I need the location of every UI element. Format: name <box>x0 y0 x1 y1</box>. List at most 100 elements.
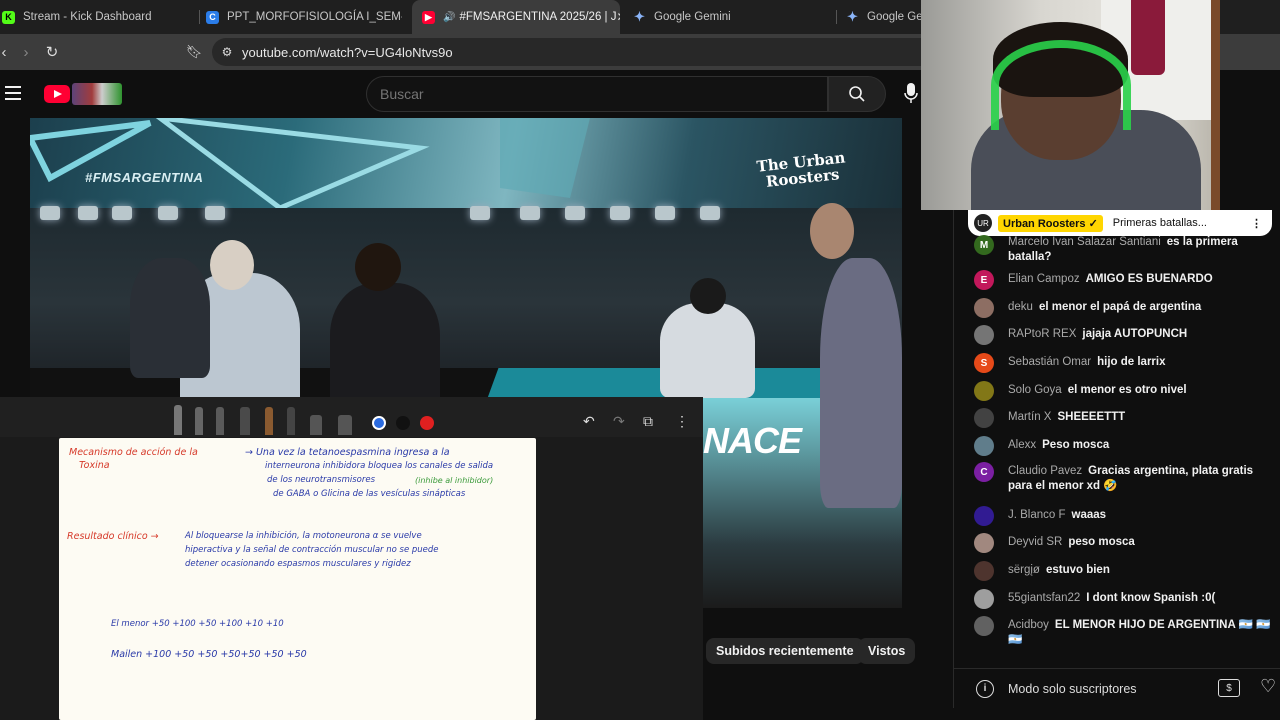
chat-text: I dont know Spanish :0( <box>1086 592 1216 604</box>
tab-kick-dashboard[interactable]: K Stream - Kick Dashboard <box>0 0 196 34</box>
chip-recently-uploaded[interactable]: Subidos recientemente <box>706 638 864 664</box>
chat-message[interactable]: S Sebastián Omar hijo de larrix <box>974 353 1274 373</box>
chat-author: Acidboy <box>1008 619 1049 631</box>
tab-title: Stream - Kick Dashboard <box>23 11 152 23</box>
color-red-swatch[interactable] <box>420 416 434 430</box>
chat-message[interactable]: Alexx Peso mosca <box>974 436 1274 456</box>
screen: K Stream - Kick Dashboard C PPT_MORFOFIS… <box>0 0 1280 720</box>
close-tab-icon[interactable]: ✕ <box>616 10 620 24</box>
menu-icon[interactable] <box>5 86 21 100</box>
chat-text: hijo de larrix <box>1097 356 1166 368</box>
avatar <box>974 298 994 318</box>
pinned-text: Primeras batallas... <box>1112 217 1207 229</box>
brush-tool-icon[interactable] <box>265 407 273 435</box>
note-line: de los neurotransmisores <box>267 475 375 485</box>
highlighter-tool-icon[interactable] <box>287 407 295 435</box>
site-info-icon[interactable]: ⚙︎ <box>212 45 242 59</box>
chat-footer: i Modo solo suscriptores $ ♡ <box>954 668 1280 708</box>
live-chat-panel: UR Urban Roosters ✓ Primeras batallas...… <box>953 210 1280 708</box>
search-input[interactable] <box>367 77 827 111</box>
note-line: detener ocasionando espasmos musculares … <box>185 559 411 569</box>
avatar <box>974 436 994 456</box>
chat-text: Peso mosca <box>1042 439 1110 451</box>
search-box[interactable] <box>366 76 828 112</box>
avatar <box>974 381 994 401</box>
note-heading-result: Resultado clínico → <box>67 531 159 542</box>
pencil-tool-icon[interactable] <box>174 405 182 435</box>
chat-message[interactable]: Martín X SHEEEETTT <box>974 408 1274 428</box>
note-line: de GABA o Glicina de las vesículas sináp… <box>273 489 466 499</box>
youtube-icon: ▶ <box>422 10 435 24</box>
chat-text: estuvo bien <box>1045 564 1110 576</box>
avatar: E <box>974 270 994 290</box>
chat-message[interactable]: Acidboy EL MENOR HIJO DE ARGENTINA 🇦🇷 🇦🇷 … <box>974 616 1274 648</box>
chat-message[interactable]: sërgįø estuvo bien <box>974 561 1274 581</box>
forward-icon[interactable]: › <box>16 42 36 62</box>
pinned-message[interactable]: UR Urban Roosters ✓ Primeras batallas...… <box>968 210 1272 236</box>
chat-text: el menor el papá de argentina <box>1038 301 1202 313</box>
performer-4-head <box>810 203 854 259</box>
more-options-icon[interactable]: ⋮ <box>1251 217 1262 230</box>
back-icon[interactable]: ‹ <box>0 42 14 62</box>
chat-message[interactable]: 55giantsfan22 I dont know Spanish :0( <box>974 589 1274 609</box>
chat-author: 55giantsfan22 <box>1008 592 1081 604</box>
performer-1-head <box>210 240 254 290</box>
performer-3 <box>660 303 755 398</box>
super-chat-icon[interactable]: $ <box>1218 679 1240 697</box>
note-line: hiperactiva y la señal de contracción mu… <box>185 545 439 555</box>
lasso-tool-icon[interactable] <box>338 415 352 435</box>
address-bar[interactable]: ⚙︎ youtube.com/watch?v=UG4loNtvs9o <box>212 38 972 66</box>
chat-author: Alexx <box>1008 439 1037 451</box>
youtube-logo-icon[interactable] <box>44 85 70 103</box>
pen-tool-icon[interactable] <box>195 407 203 435</box>
eraser-tool-icon[interactable] <box>310 415 322 435</box>
youtube-doodle[interactable] <box>72 83 122 105</box>
chat-message[interactable]: M Marcelo Ivan Salazar Santiani es la pri… <box>974 235 1274 265</box>
chat-message[interactable]: deku el menor el papá de argentina <box>974 298 1274 318</box>
color-black-swatch[interactable] <box>396 416 410 430</box>
avatar: S <box>974 353 994 373</box>
chat-text: peso mosca <box>1068 536 1135 548</box>
chat-author: Elian Campoz <box>1008 273 1080 285</box>
bookmark-icon[interactable]: 🔖︎ <box>184 42 204 62</box>
share-icon[interactable]: ⧉ <box>643 413 653 430</box>
info-icon[interactable]: i <box>976 679 994 698</box>
chat-message[interactable]: Solo Goya el menor es otro nivel <box>974 381 1274 401</box>
note-line: → Una vez la tetanoespasmina ingresa a l… <box>245 447 450 458</box>
chat-message[interactable]: E Elian Campoz AMIGO ES BUENARDO <box>974 270 1274 290</box>
undo-icon[interactable]: ↶ <box>583 413 595 430</box>
avatar <box>974 408 994 428</box>
tab-google-gemini[interactable]: ✦ Google Gemini <box>633 0 833 34</box>
chat-message[interactable]: J. Blanco F waaas <box>974 506 1274 526</box>
tab-google-gemini-2[interactable]: ✦ Google Gemi <box>846 0 926 34</box>
speaker-icon: 🔊 <box>443 11 456 23</box>
tab-ppt-morfofisiologia[interactable]: C PPT_MORFOFISIOLOGÍA I_SEM-05_ST <box>206 0 402 34</box>
avatar <box>974 589 994 609</box>
chat-author: Claudio Pavez <box>1008 465 1083 477</box>
color-blue-swatch[interactable] <box>372 416 386 430</box>
chat-text: jajaja AUTOPUNCH <box>1082 328 1188 340</box>
chat-author: Sebastián Omar <box>1008 356 1092 368</box>
redo-icon[interactable]: ↷ <box>613 413 625 430</box>
chat-message[interactable]: RAPtoR REX jajaja AUTOPUNCH <box>974 325 1274 345</box>
heart-icon[interactable]: ♡ <box>1260 676 1276 697</box>
webcam-door <box>1211 0 1220 210</box>
performer-3-head <box>690 278 726 314</box>
tab-fmsargentina[interactable]: ▶ 🔊 #FMSARGENTINA 2025/26 | J ✕ <box>412 0 620 34</box>
chat-message[interactable]: C Claudio Pavez Gracias argentina, plata … <box>974 462 1274 494</box>
search-button[interactable] <box>828 76 886 112</box>
headset-graphic <box>991 40 1131 130</box>
chip-watched[interactable]: Vistos <box>858 638 916 664</box>
fineliner-tool-icon[interactable] <box>216 407 224 435</box>
chat-message[interactable]: Deyvid SR peso mosca <box>974 533 1274 553</box>
marker-tool-icon[interactable] <box>240 407 250 435</box>
note-line: Al bloquearse la inhibición, la motoneur… <box>185 531 422 541</box>
tab-title: Google Gemi <box>867 11 926 23</box>
chat-text: waaas <box>1071 509 1107 521</box>
pinned-author: Urban Roosters ✓ <box>998 214 1103 232</box>
reload-icon[interactable]: ↻ <box>42 42 62 62</box>
notes-page[interactable]: Mecanismo de acción de la Toxina → Una v… <box>59 438 536 720</box>
chat-text: SHEEEETTT <box>1057 411 1126 423</box>
search-icon <box>849 86 865 102</box>
more-options-icon[interactable]: ⋮ <box>675 413 689 430</box>
